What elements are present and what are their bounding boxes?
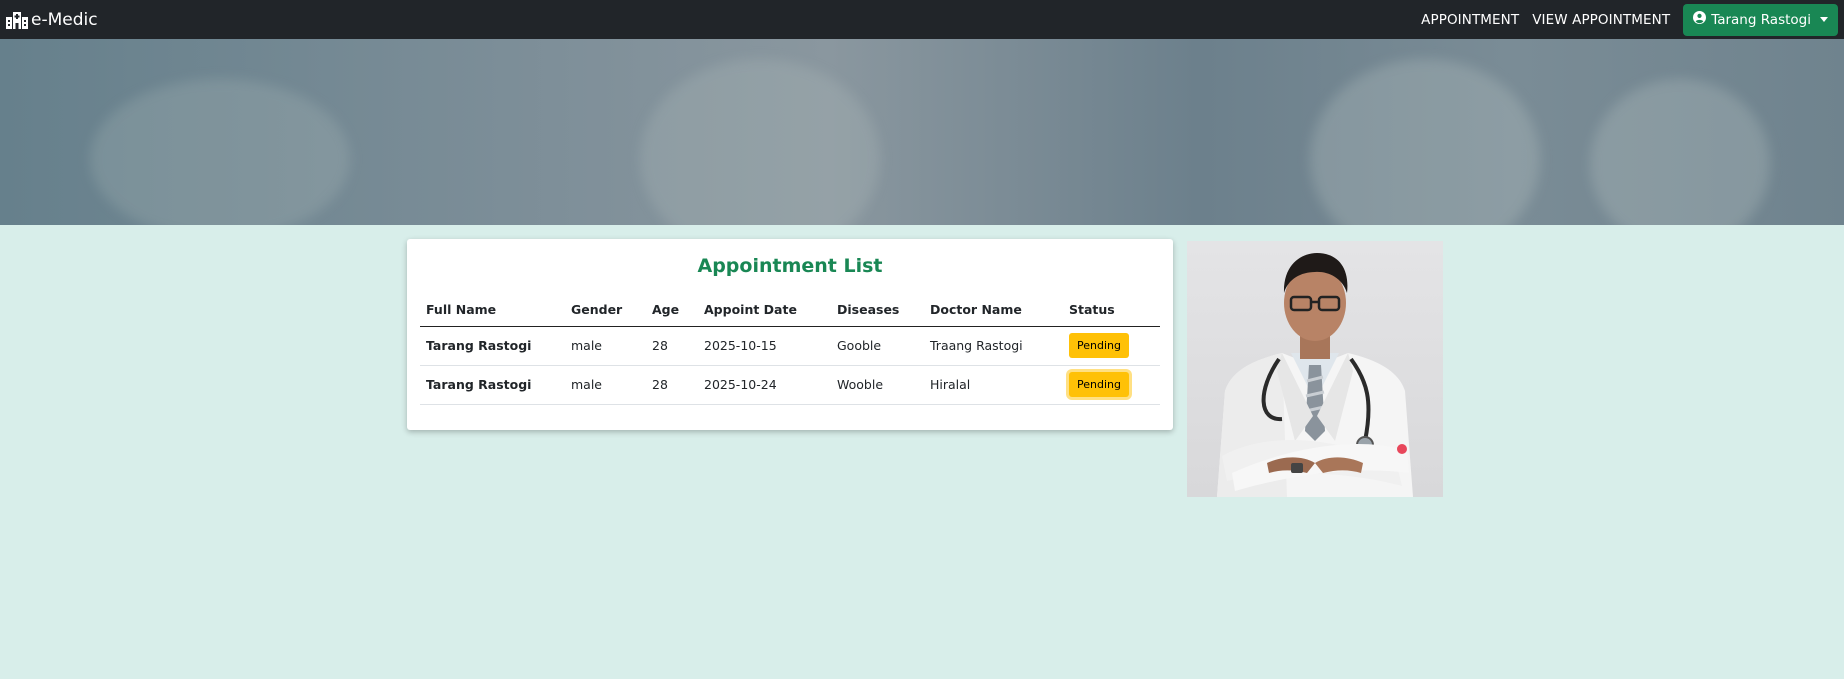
cell-full-name: Tarang Rastogi bbox=[420, 365, 565, 405]
cell-doctor-name: Hiralal bbox=[924, 365, 1063, 405]
caret-down-icon bbox=[1820, 17, 1828, 22]
hospital-icon bbox=[6, 11, 28, 29]
appointment-table: Full Name Gender Age Appoint Date Diseas… bbox=[420, 294, 1160, 405]
cell-status: Pending bbox=[1063, 326, 1160, 366]
cell-age: 28 bbox=[646, 326, 698, 366]
column-header-full-name: Full Name bbox=[420, 294, 565, 327]
column-header-status: Status bbox=[1063, 294, 1160, 327]
cell-age: 28 bbox=[646, 365, 698, 405]
cell-doctor-name: Traang Rastogi bbox=[924, 326, 1063, 366]
appointment-list-card: Appointment List Full Name Gender Age Ap… bbox=[407, 239, 1173, 430]
card-title: Appointment List bbox=[697, 255, 883, 277]
cell-disease: Gooble bbox=[831, 326, 924, 366]
column-header-age: Age bbox=[646, 294, 698, 327]
brand-label: e-Medic bbox=[31, 9, 98, 30]
column-header-appoint-date: Appoint Date bbox=[698, 294, 831, 327]
column-header-doctor-name: Doctor Name bbox=[924, 294, 1063, 327]
user-circle-icon bbox=[1693, 11, 1707, 28]
cell-disease: Wooble bbox=[831, 365, 924, 405]
nav-link-view-appointment[interactable]: VIEW APPOINTMENT bbox=[1532, 12, 1670, 28]
user-name: Tarang Rastogi bbox=[1711, 11, 1811, 28]
nav-links: APPOINTMENT VIEW APPOINTMENT Tarang Rast… bbox=[1421, 0, 1838, 39]
table-header-row: Full Name Gender Age Appoint Date Diseas… bbox=[420, 294, 1160, 327]
cell-appoint-date: 2025-10-24 bbox=[698, 365, 831, 405]
brand[interactable]: e-Medic bbox=[6, 10, 98, 30]
column-header-gender: Gender bbox=[565, 294, 646, 327]
cell-appoint-date: 2025-10-15 bbox=[698, 326, 831, 366]
table-row: Tarang Rastogi male 28 2025-10-15 Gooble… bbox=[420, 326, 1160, 366]
column-header-diseases: Diseases bbox=[831, 294, 924, 327]
cell-full-name: Tarang Rastogi bbox=[420, 326, 565, 366]
hero-banner bbox=[0, 39, 1844, 225]
status-badge[interactable]: Pending bbox=[1069, 372, 1129, 397]
table-row: Tarang Rastogi male 28 2025-10-24 Wooble… bbox=[420, 365, 1160, 405]
nav-link-appointment[interactable]: APPOINTMENT bbox=[1421, 12, 1519, 28]
status-badge[interactable]: Pending bbox=[1069, 333, 1129, 358]
top-navbar: e-Medic APPOINTMENT VIEW APPOINTMENT Tar… bbox=[0, 0, 1844, 39]
cell-gender: male bbox=[565, 365, 646, 405]
user-dropdown-button[interactable]: Tarang Rastogi bbox=[1683, 3, 1838, 36]
cell-gender: male bbox=[565, 326, 646, 366]
doctor-illustration bbox=[1217, 253, 1413, 497]
cell-status: Pending bbox=[1063, 365, 1160, 405]
doctor-photo bbox=[1187, 241, 1443, 497]
